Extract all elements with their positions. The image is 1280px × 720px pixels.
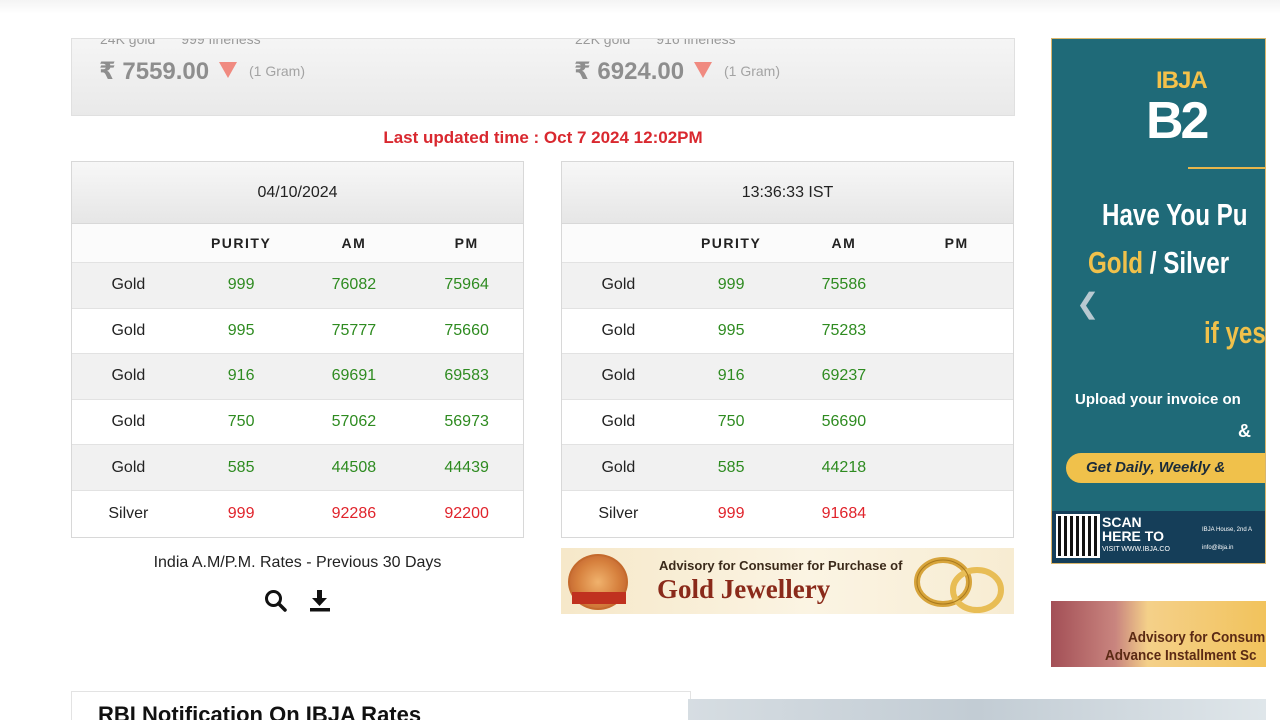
column-pm: PM: [944, 235, 969, 251]
table-column-headers: PURITY AM PM: [72, 224, 523, 263]
ad-headline-3: if yes: [1204, 315, 1266, 350]
table-body: Gold 999 76082 75964 Gold 995 75777 7566…: [72, 263, 523, 537]
rbi-notification-panel: RBI Notification On IBJA Rates: [71, 691, 691, 720]
bottom-banner-image: [688, 699, 1266, 720]
search-icon[interactable]: [263, 588, 289, 614]
table-body: Gold 999 75586 Gold 995 75283 Gold 916 6…: [562, 263, 1013, 537]
divider: [1188, 167, 1265, 169]
ad-address: IBJA House, 2nd A: [1202, 527, 1253, 533]
rate-label: 22K gold 916 fineness: [575, 38, 736, 47]
table-row: Silver 999 92286 92200: [72, 490, 523, 537]
rate-strip: 24K gold 999 fineness ₹ 7559.00 (1 Gram) …: [71, 38, 1015, 116]
last-updated-time: Last updated time : Oct 7 2024 12:02PM: [383, 128, 703, 147]
table-row: Gold 995 75777 75660: [72, 308, 523, 355]
ad-ampersand: &: [1238, 421, 1251, 441]
qr-code-icon: [1056, 514, 1100, 558]
ad-body: Upload your invoice on: [1075, 391, 1241, 408]
rate-price: ₹ 6924.00: [574, 58, 685, 85]
rate-label: 24K gold 999 fineness: [100, 38, 261, 47]
ibja-seal-icon: [568, 554, 628, 610]
rate-unit: (1 Gram): [249, 63, 305, 79]
ad-email: info@ibja.in: [1202, 545, 1234, 551]
rate-24k: 24K gold 999 fineness ₹ 7559.00 (1 Gram): [72, 38, 542, 115]
column-am: AM: [341, 235, 367, 251]
column-purity: PURITY: [700, 235, 762, 251]
table-row: Gold 750 56690: [562, 399, 1013, 446]
table-date-header: 04/10/2024: [72, 162, 523, 224]
rate-22k: 22K gold 916 fineness ₹ 6924.00 (1 Gram): [547, 38, 1014, 115]
column-am: AM: [831, 235, 857, 251]
table-column-headers: PURITY AM PM: [562, 224, 1013, 263]
section-title: RBI Notification On IBJA Rates: [98, 702, 422, 720]
previous-30-days-label: India A.M/P.M. Rates - Previous 30 Days: [153, 554, 442, 571]
advisory-line2: Gold Jewellery: [657, 574, 831, 604]
ad-headline-2: Gold / Silver: [1088, 245, 1230, 280]
table-row: Gold 750 57062 56973: [72, 399, 523, 446]
advance-installment-ad[interactable]: Advisory for Consum Advance Installment …: [1051, 601, 1266, 667]
table-row: Gold 999 75586: [562, 263, 1013, 309]
table-row: Gold 916 69237: [562, 354, 1013, 400]
rate-price: ₹ 7559.00: [99, 58, 210, 85]
rates-table-current: 13:36:33 IST PURITY AM PM Gold 999 75586…: [561, 161, 1014, 538]
ad-footer: SCAN HERE TO VISIT WWW.IBJA.CO IBJA Hous…: [1052, 511, 1265, 563]
table-time-header: 13:36:33 IST: [562, 162, 1013, 224]
down-arrow-icon: [219, 62, 237, 78]
down-arrow-icon: [694, 62, 712, 78]
rates-table-previous: 04/10/2024 PURITY AM PM Gold 999 76082 7…: [71, 161, 524, 538]
table-row: Gold 585 44218: [562, 445, 1013, 491]
column-pm: PM: [454, 235, 479, 251]
side-ad-carousel[interactable]: IBJA B2 Have You Pu Gold / Silver if yes…: [1051, 38, 1266, 564]
table-row: Silver 999 91684: [562, 490, 1013, 537]
carousel-prev-icon[interactable]: ❮: [1076, 287, 1099, 320]
scan-text: SCAN HERE TO VISIT WWW.IBJA.CO: [1102, 514, 1170, 553]
table-row: Gold 995 75283: [562, 308, 1013, 355]
column-purity: PURITY: [210, 235, 272, 251]
advisory-line1: Advisory for Consumer for Purchase of: [659, 558, 903, 573]
top-fade: [0, 0, 1280, 14]
table-row: Gold 585 44508 44439: [72, 445, 523, 491]
ad-pill: Get Daily, Weekly &: [1066, 453, 1265, 483]
rate-unit: (1 Gram): [724, 63, 780, 79]
gold-rings-icon: [914, 557, 1004, 613]
download-icon[interactable]: [307, 588, 333, 614]
table-row: Gold 916 69691 69583: [72, 354, 523, 400]
ad-logo-big: B2: [1146, 92, 1210, 150]
advisory-banner[interactable]: Advisory for Consumer for Purchase of Go…: [561, 548, 1014, 614]
table-row: Gold 999 76082 75964: [72, 263, 523, 309]
ad-headline: Have You Pu: [1102, 197, 1248, 232]
